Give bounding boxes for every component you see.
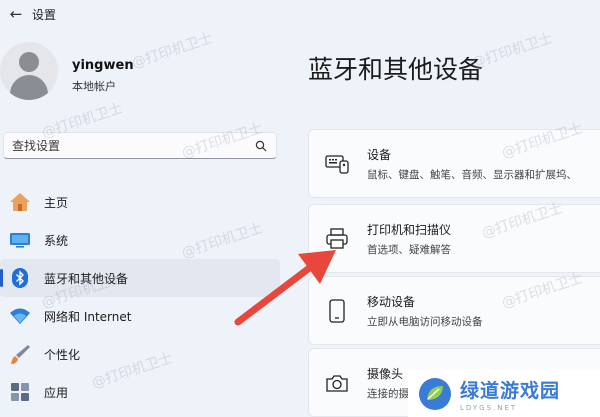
site-name: 绿道游戏园: [460, 379, 561, 402]
sidebar-item-apps[interactable]: 应用: [0, 373, 280, 411]
avatar: [0, 42, 58, 100]
search-icon[interactable]: [254, 139, 268, 153]
card-printers-scanners[interactable]: 打印机和扫描仪 首选项、疑难解答: [308, 204, 600, 273]
brush-icon: [8, 342, 32, 366]
wifi-icon: [8, 304, 32, 328]
annotation-arrow: [234, 250, 336, 326]
search-box[interactable]: 查找设置: [3, 132, 277, 159]
card-title: 摄像头: [367, 367, 404, 381]
account-type: 本地帐户: [72, 80, 116, 93]
sidebar-item-home[interactable]: 主页: [0, 183, 280, 221]
system-icon: [8, 228, 32, 252]
devices-icon: [323, 150, 351, 178]
back-arrow-icon: ←: [9, 5, 23, 23]
card-description: 立即从电脑访问移动设备: [367, 316, 483, 328]
user-name: yingwen: [72, 58, 134, 73]
sidebar-item-personalization[interactable]: 个性化: [0, 335, 280, 373]
apps-icon: [8, 380, 32, 404]
back-button[interactable]: ←: [2, 0, 30, 28]
card-devices[interactable]: 设备 鼠标、键盘、触笔、音频、显示器和扩展坞、: [308, 129, 600, 198]
card-description: 首选项、疑难解答: [367, 244, 451, 256]
home-icon: [8, 190, 32, 214]
leaf-logo-icon: [419, 377, 451, 410]
card-title: 设备: [367, 148, 392, 162]
search-input[interactable]: 查找设置: [12, 137, 254, 154]
site-logo: 绿道游戏园 LDYGS.NET: [408, 370, 600, 417]
title-bar: ← 设置: [0, 0, 600, 28]
card-description: 鼠标、键盘、触笔、音频、显示器和扩展坞、: [367, 169, 577, 181]
camera-icon: [323, 369, 351, 397]
card-title: 打印机和扫描仪: [367, 223, 452, 237]
user-profile[interactable]: yingwen 本地帐户: [0, 42, 280, 102]
window-title: 设置: [32, 7, 57, 22]
page-title: 蓝牙和其他设备: [308, 55, 484, 84]
site-url: LDYGS.NET: [460, 403, 518, 412]
bluetooth-icon: [8, 266, 32, 290]
card-title: 移动设备: [367, 295, 416, 309]
card-mobile-devices[interactable]: 移动设备 立即从电脑访问移动设备: [308, 276, 600, 345]
